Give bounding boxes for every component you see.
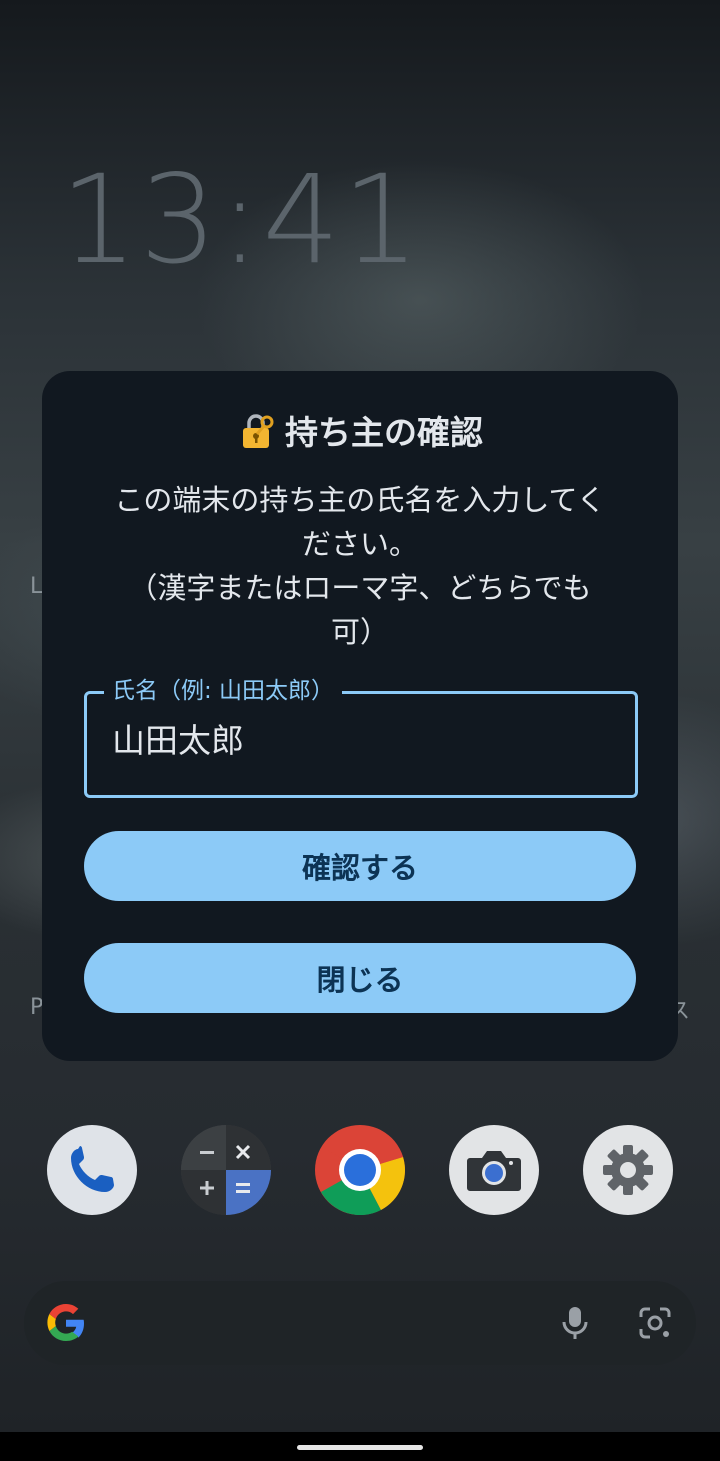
google-g-icon — [44, 1301, 88, 1349]
partial-widget-text: L — [30, 574, 43, 599]
microphone-icon[interactable] — [555, 1303, 595, 1347]
home-gesture-handle[interactable] — [297, 1445, 423, 1450]
lock-with-key-icon — [237, 412, 275, 452]
lockscreen-clock: 13:41 — [60, 149, 422, 291]
camera-app-icon[interactable] — [449, 1125, 539, 1215]
close-button[interactable]: 閉じる — [84, 943, 636, 1013]
owner-name-input[interactable]: 山田太郎 — [112, 718, 244, 764]
phone-app-icon[interactable] — [47, 1125, 137, 1215]
dialog-message: この端末の持ち主の氏名を入力してく ださい。 （漢字またはローマ字、どちらでも … — [114, 483, 606, 649]
google-search-bar[interactable] — [24, 1281, 696, 1365]
lens-icon[interactable] — [635, 1303, 675, 1347]
confirm-button[interactable]: 確認する — [84, 831, 636, 901]
navigation-bar — [0, 1432, 720, 1461]
calculator-app-icon[interactable] — [181, 1125, 271, 1215]
settings-app-icon[interactable] — [583, 1125, 673, 1215]
dialog-title-text: 持ち主の確認 — [285, 413, 483, 452]
dialog-title: 持ち主の確認 — [0, 406, 720, 454]
owner-name-label: 氏名（例: 山田太郎） — [104, 674, 343, 708]
chrome-app-icon[interactable] — [315, 1125, 405, 1215]
